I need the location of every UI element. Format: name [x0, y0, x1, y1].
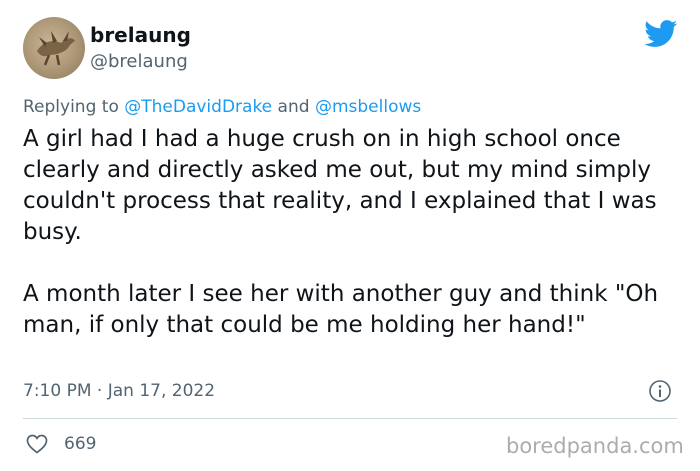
divider [23, 418, 677, 419]
display-name[interactable]: brelaung [90, 22, 191, 48]
meta-separator: · [91, 381, 108, 401]
reply-prefix: Replying to [23, 97, 125, 117]
tweet-paragraph: A girl had I had a huge crush on in high… [23, 126, 657, 245]
watermark: boredpanda.com [506, 434, 684, 458]
mention-link[interactable]: @TheDavidDrake [124, 97, 272, 117]
user-handle[interactable]: @brelaung [90, 50, 188, 74]
tweet-date: Jan 17, 2022 [107, 381, 216, 401]
tweet-time: 7:10 PM [23, 381, 92, 401]
tweet-card: brelaung @brelaung Replying to @TheDavid… [0, 0, 700, 471]
reply-conjunction: and [272, 97, 315, 117]
tweet-paragraph: A month later I see her with another guy… [23, 281, 659, 338]
reply-context: Replying to @TheDavidDrake and @msbellow… [23, 95, 421, 119]
avatar-image [37, 31, 75, 66]
like-count[interactable]: 669 [64, 432, 96, 456]
tweet-text: A girl had I had a huge crush on in high… [23, 124, 688, 341]
mention-link[interactable]: @msbellows [315, 97, 421, 117]
twitter-bird-icon[interactable] [644, 20, 678, 48]
info-icon[interactable] [648, 379, 672, 403]
tweet-timestamp[interactable]: 7:10 PM · Jan 17, 2022 [23, 379, 215, 403]
heart-icon[interactable] [25, 432, 49, 456]
avatar[interactable] [23, 17, 85, 79]
